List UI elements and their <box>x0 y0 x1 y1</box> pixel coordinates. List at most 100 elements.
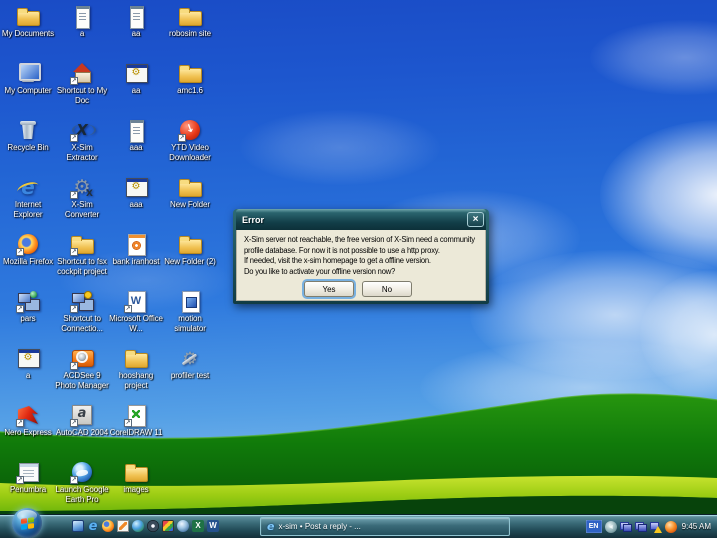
desktop-icon-label: My Computer <box>1 86 55 96</box>
desktop-icon-ytd-video-downloader[interactable]: YTD Video Downloader <box>163 118 217 163</box>
dialog-message-line: profile database. For now it is not poss… <box>244 246 475 257</box>
clock[interactable]: 9:45 AM <box>682 522 711 531</box>
desktop-icon-label: pars <box>1 314 55 324</box>
desktop-icon-aaa[interactable]: aaa <box>109 118 163 153</box>
desktop-icon-x-sim-extractor[interactable]: X-Sim Extractor <box>55 118 109 163</box>
appwin-icon <box>124 61 148 85</box>
desktop-icon-x-sim-converter[interactable]: X-Sim Converter <box>55 175 109 220</box>
desktop-icon-amc1-6[interactable]: amc1.6 <box>163 61 217 96</box>
desktop-icon-my-documents[interactable]: My Documents <box>1 4 55 39</box>
desktop-icon-hooshang-project[interactable]: hooshang project <box>109 346 163 391</box>
desktop-icon-a[interactable]: a <box>1 346 55 381</box>
desktop-icon-penumbra[interactable]: Penumbra <box>1 460 55 495</box>
coreldraw-icon <box>124 403 148 427</box>
dialog-message: X-Sim server not reachable, the free ver… <box>244 235 475 277</box>
start-button[interactable] <box>12 508 42 538</box>
desktop-icon-label: aa <box>109 29 163 39</box>
dialog-titlebar[interactable]: Error × <box>236 209 486 230</box>
taskbar-task-xsim[interactable]: e x-sim • Post a reply - ... <box>260 517 510 536</box>
folder-icon <box>124 346 148 370</box>
quick-launch-excel-icon[interactable] <box>192 520 204 532</box>
desktop-icon-robosim-site[interactable]: robosim site <box>163 4 217 39</box>
quick-launch-globe-icon[interactable] <box>132 520 144 532</box>
desktop-icon-label: X-Sim Converter <box>55 200 109 220</box>
desktop-icon-images[interactable]: images <box>109 460 163 495</box>
quick-launch-firefox-icon[interactable] <box>102 520 114 532</box>
shortcut-arrow-icon <box>16 419 24 427</box>
jpg-icon <box>124 232 148 256</box>
desktop-icon-label: motion simulator <box>163 314 217 334</box>
desktop-icon-new-folder-2[interactable]: New Folder (2) <box>163 232 217 267</box>
desktop-icon-label: profiler test <box>163 371 217 381</box>
tray-app-icon[interactable] <box>665 521 677 533</box>
desktop-icon-label: Shortcut to My Doc <box>55 86 109 106</box>
desktop-icon-bank-iranhost[interactable]: bank iranhost <box>109 232 163 267</box>
tray-icons-slot <box>605 521 677 533</box>
desktop-icon-label: a <box>55 29 109 39</box>
tray-safely-remove-icon[interactable] <box>605 521 617 533</box>
tray-network-icon-2[interactable] <box>635 521 647 533</box>
desktop-icon-launch-google-earth-pro[interactable]: Launch Google Earth Pro <box>55 460 109 505</box>
word-icon <box>124 289 148 313</box>
shortcut-arrow-icon <box>16 476 24 484</box>
desktop-icon-label: X-Sim Extractor <box>55 143 109 163</box>
shortcut-arrow-icon <box>124 305 132 313</box>
shortcut-arrow-icon <box>70 362 78 370</box>
globe-icon <box>70 460 94 484</box>
desktop-icon-pars[interactable]: pars <box>1 289 55 324</box>
desktop-icon-shortcut-to-my-doc[interactable]: Shortcut to My Doc <box>55 61 109 106</box>
nero-icon <box>16 403 40 427</box>
desktop-icon-aa[interactable]: aa <box>109 4 163 39</box>
no-button[interactable]: No <box>362 281 412 297</box>
tray-network-icon-1[interactable] <box>620 521 632 533</box>
yes-button[interactable]: Yes <box>304 281 354 297</box>
error-dialog: Error × X-Sim server not reachable, the … <box>233 209 489 304</box>
desktop-icon-coreldraw-11[interactable]: CorelDRAW 11 <box>109 403 163 438</box>
desktop-icon-new-folder[interactable]: New Folder <box>163 175 217 210</box>
folder-icon <box>178 175 202 199</box>
desktop-icon-aaa[interactable]: aaa <box>109 175 163 210</box>
gearwrench-icon <box>178 346 202 370</box>
desktop-icon-recycle-bin[interactable]: Recycle Bin <box>1 118 55 153</box>
desktop-icon-a[interactable]: a <box>55 4 109 39</box>
desktop-icon-nero-express[interactable]: Nero Express <box>1 403 55 438</box>
desktop-icon-internet-explorer[interactable]: Internet Explorer <box>1 175 55 220</box>
quick-launch-internet-explorer-icon[interactable] <box>87 520 99 532</box>
quick-launch-app-box-icon[interactable] <box>162 520 174 532</box>
desktop-icon-aa[interactable]: aa <box>109 61 163 96</box>
network-icon <box>16 289 40 313</box>
desktop-icon-label: New Folder <box>163 200 217 210</box>
desktop-icon-label: New Folder (2) <box>163 257 217 267</box>
shortcut-arrow-icon <box>70 305 78 313</box>
tray-alert-icon[interactable] <box>650 521 662 533</box>
shortcut-arrow-icon <box>124 419 132 427</box>
cloud-decoration <box>240 110 440 185</box>
desktop-icon-shortcut-to-connectio[interactable]: Shortcut to Connectio... <box>55 289 109 334</box>
desktop-icon-label: robosim site <box>163 29 217 39</box>
language-indicator[interactable]: EN <box>586 520 602 533</box>
shortcut-arrow-icon <box>178 134 186 142</box>
desktop-icon-microsoft-office-w[interactable]: Microsoft Office W... <box>109 289 163 334</box>
close-button[interactable]: × <box>467 212 484 227</box>
quick-launch-google-earth-icon[interactable] <box>177 520 189 532</box>
folder-docs-icon <box>16 4 40 28</box>
quick-launch-word-icon[interactable] <box>207 520 219 532</box>
quick-launch-show-desktop-icon[interactable] <box>117 520 129 532</box>
quick-launch-window-icon[interactable] <box>72 520 84 532</box>
desktop-icon-label: Recycle Bin <box>1 143 55 153</box>
desktop-icon-autocad-2004[interactable]: AutoCAD 2004 <box>55 403 109 438</box>
quick-launch-media-player-icon[interactable] <box>147 520 159 532</box>
system-tray: EN 9:45 AM <box>586 517 714 536</box>
desktop-icon-label: CorelDRAW 11 <box>109 428 163 438</box>
desktop-icon-my-computer[interactable]: My Computer <box>1 61 55 96</box>
shortcut-arrow-icon <box>16 248 24 256</box>
computer-icon <box>16 61 40 85</box>
desktop-icon-motion-simulator[interactable]: motion simulator <box>163 289 217 334</box>
desktop-icon-mozilla-firefox[interactable]: Mozilla Firefox <box>1 232 55 267</box>
desktop-icon-acdsee-9-photo-manager[interactable]: ACDSee 9 Photo Manager <box>55 346 109 391</box>
desktop-icon-label: YTD Video Downloader <box>163 143 217 163</box>
desktop-icon-label: aaa <box>109 200 163 210</box>
desktop-icon-profiler-test[interactable]: profiler test <box>163 346 217 381</box>
desktop-icon-shortcut-to-fsx-cockpit-project[interactable]: Shortcut to fsx cockpit project <box>55 232 109 277</box>
internet-explorer-icon: e <box>267 521 274 532</box>
